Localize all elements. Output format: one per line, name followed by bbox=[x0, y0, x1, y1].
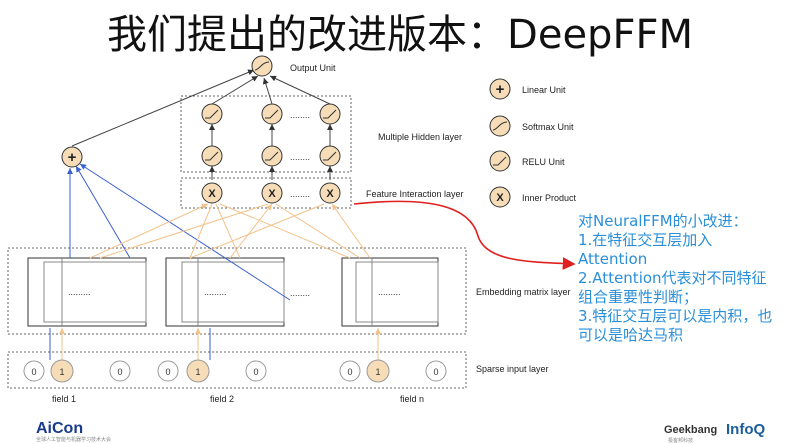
svg-text:+: + bbox=[68, 149, 77, 166]
hidden-node bbox=[201, 145, 223, 167]
embedding-to-interaction-edges bbox=[89, 203, 371, 259]
hidden-node bbox=[201, 103, 223, 125]
svg-text:0: 0 bbox=[117, 367, 122, 377]
field-label: field 2 bbox=[210, 394, 235, 404]
note-line: 3.特征交互层可以是内积，也 bbox=[578, 307, 773, 325]
sparse-node: 1 bbox=[366, 359, 390, 383]
sparse-node: 1 bbox=[50, 359, 74, 383]
sparse-node: 0 bbox=[23, 360, 45, 382]
softmax-unit-icon bbox=[489, 115, 511, 137]
field-label: field 1 bbox=[52, 394, 77, 404]
embedding-dots: ......... bbox=[378, 287, 401, 297]
inner-product-node: X bbox=[201, 182, 223, 204]
sparse-node: 0 bbox=[425, 360, 447, 382]
interaction-dots: ........ bbox=[290, 189, 310, 199]
svg-text:X: X bbox=[268, 188, 276, 200]
legend-inner-product-label: Inner Product bbox=[522, 193, 577, 203]
svg-text:1: 1 bbox=[59, 367, 64, 377]
svg-text:0: 0 bbox=[165, 367, 170, 377]
svg-text:0: 0 bbox=[253, 367, 258, 377]
interaction-to-hidden-edges bbox=[71, 69, 333, 180]
note-line: 1.在特征交互层加入 bbox=[578, 231, 713, 249]
svg-text:0: 0 bbox=[433, 367, 438, 377]
sparse-node: 0 bbox=[157, 360, 179, 382]
inner-product-node: X bbox=[261, 182, 283, 204]
output-unit-node bbox=[251, 55, 273, 77]
sparse-to-embedding-edges bbox=[59, 328, 381, 360]
hidden-node bbox=[319, 145, 341, 167]
svg-text:X: X bbox=[326, 188, 334, 200]
sparse-blue-edges bbox=[49, 328, 211, 360]
geekbang-logo: Geekbang bbox=[664, 424, 718, 436]
note-line: 2.Attention代表对不同特征 bbox=[578, 269, 767, 287]
between-fields-dots: ........ bbox=[290, 288, 310, 298]
geekbang-subtitle: 极客邦科技 bbox=[668, 438, 694, 444]
hidden-dots: ........ bbox=[290, 152, 310, 162]
svg-text:X: X bbox=[208, 188, 216, 200]
note-line: 可以是哈达马积 bbox=[578, 326, 684, 344]
embedding-dots: ......... bbox=[204, 287, 227, 297]
hidden-node bbox=[261, 103, 283, 125]
annotation-arrow bbox=[353, 200, 576, 270]
embedding-layer-label: Embedding matrix layer bbox=[476, 287, 571, 297]
legend-linear-label: Linear Unit bbox=[522, 85, 566, 95]
field-label: field n bbox=[400, 394, 425, 404]
note-line: Attention bbox=[578, 250, 648, 268]
hidden-node bbox=[319, 103, 341, 125]
legend-relu-label: RELU Unit bbox=[522, 157, 565, 167]
footer: AiCon 全球人工智能与机器学习技术大会 Geekbang 极客邦科技 Inf… bbox=[0, 420, 800, 444]
linear-unit-icon: + bbox=[489, 78, 511, 100]
embedding-dots: ......... bbox=[68, 287, 91, 297]
svg-text:1: 1 bbox=[375, 367, 380, 377]
infoq-logo: InfoQ bbox=[726, 421, 766, 438]
note-line: 组合重要性判断； bbox=[578, 288, 699, 306]
improvement-note: 对NeuralFFM的小改进： 1.在特征交互层加入 Attention 2.A… bbox=[578, 212, 798, 345]
legend-softmax-label: Softmax Unit bbox=[522, 122, 574, 132]
svg-text:X: X bbox=[496, 192, 504, 204]
sparse-node: 0 bbox=[245, 360, 267, 382]
linear-unit-node: + bbox=[61, 146, 83, 168]
sparse-layer-label: Sparse input layer bbox=[476, 364, 549, 374]
inner-product-node: X bbox=[319, 182, 341, 204]
hidden-layer-label: Multiple Hidden layer bbox=[378, 132, 463, 142]
svg-text:0: 0 bbox=[347, 367, 352, 377]
hidden-dots: ........ bbox=[290, 110, 310, 120]
sparse-node: 0 bbox=[339, 360, 361, 382]
output-unit-label: Output Unit bbox=[290, 63, 336, 73]
interaction-layer-label: Feature Interaction layer bbox=[366, 189, 464, 199]
sparse-node: 1 bbox=[186, 359, 210, 383]
svg-text:1: 1 bbox=[195, 367, 200, 377]
sparse-node: 0 bbox=[109, 360, 131, 382]
svg-text:0: 0 bbox=[31, 367, 36, 377]
inner-product-icon: X bbox=[489, 186, 511, 208]
sparse-input-box bbox=[7, 351, 467, 389]
svg-text:+: + bbox=[496, 81, 505, 98]
note-line: 对NeuralFFM的小改进： bbox=[578, 212, 748, 230]
aicon-subtitle: 全球人工智能与机器学习技术大会 bbox=[36, 437, 112, 443]
relu-unit-icon bbox=[489, 150, 511, 172]
hidden-node bbox=[261, 145, 283, 167]
